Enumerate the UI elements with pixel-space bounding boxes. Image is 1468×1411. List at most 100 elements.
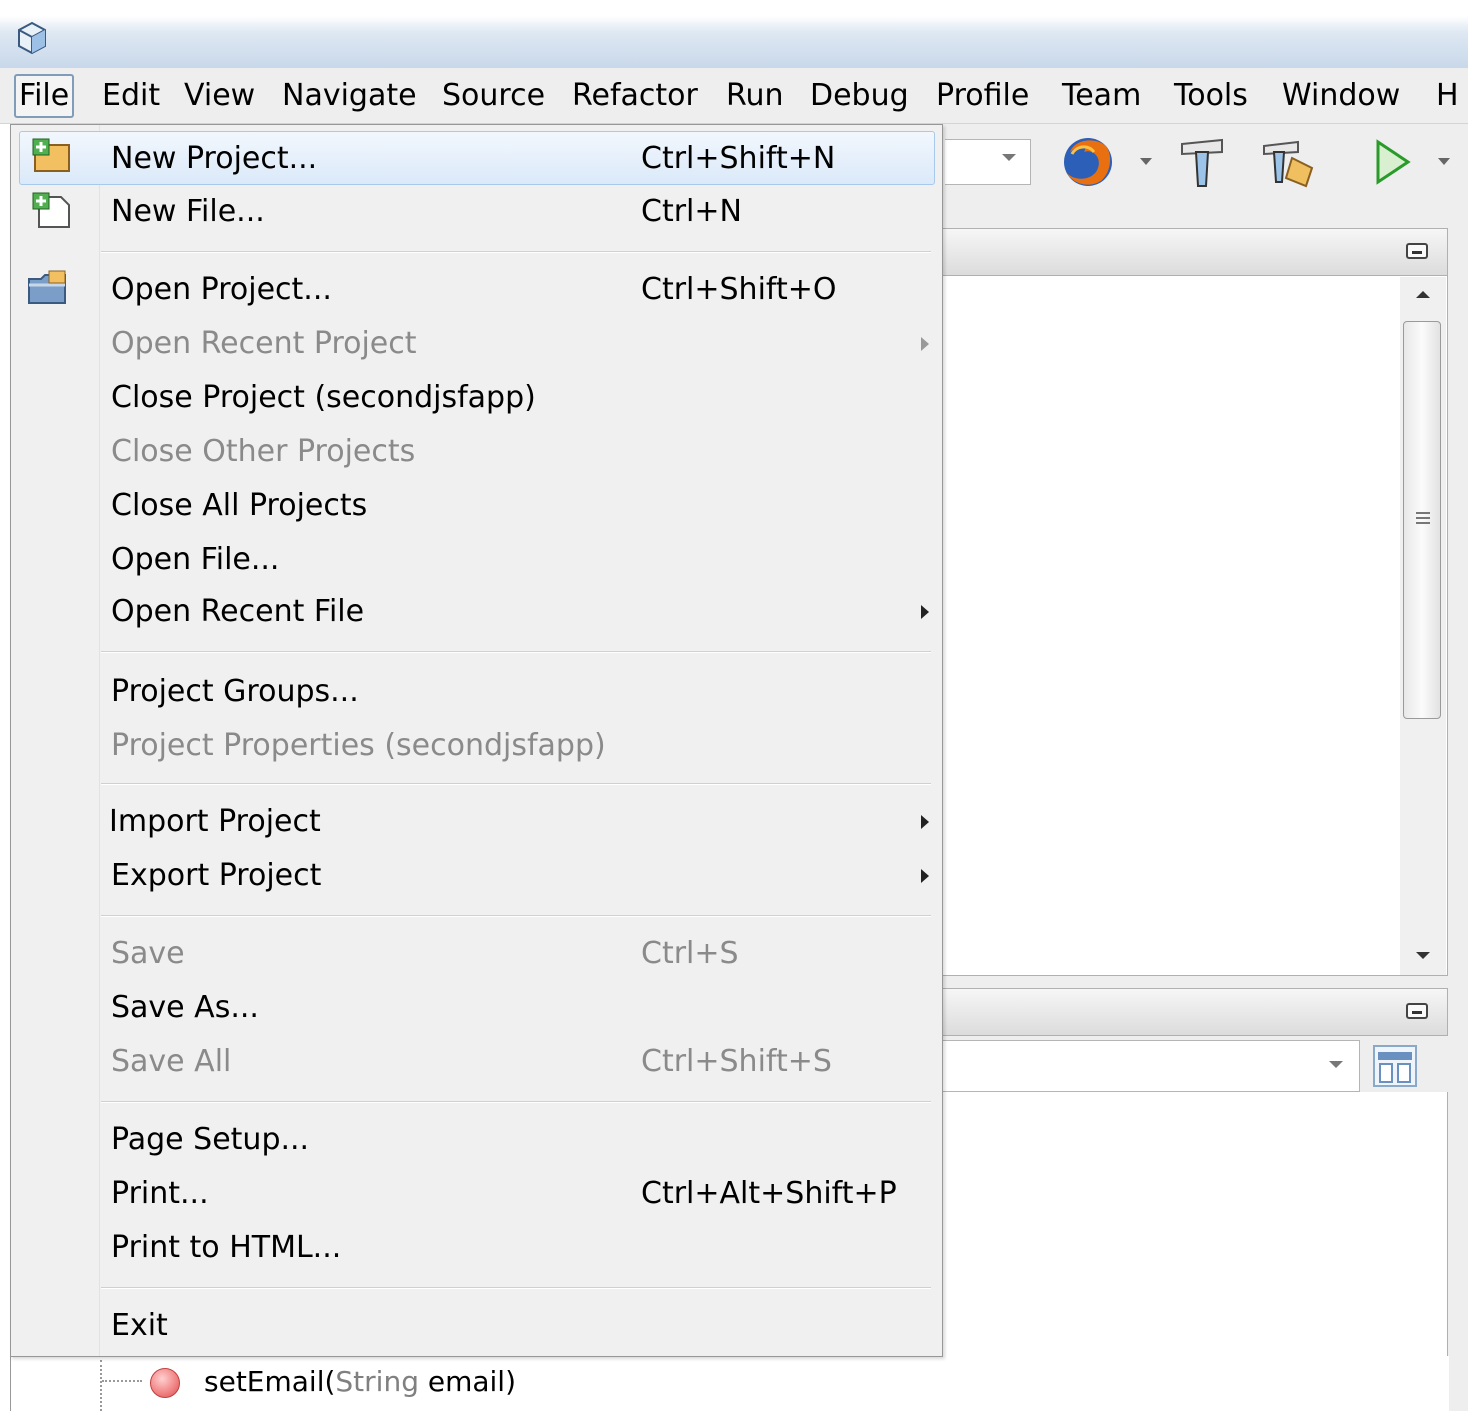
vertical-scrollbar[interactable] [1400,277,1446,975]
menu-item-export-project[interactable]: Export Project [11,849,942,903]
menu-run[interactable]: Run [724,74,786,118]
scroll-down-icon[interactable] [1416,952,1430,959]
new-project-icon [32,138,70,172]
menu-separator [101,915,931,917]
tree-connector [102,1380,142,1382]
menu-separator [101,651,931,653]
submenu-arrow-icon [921,605,929,619]
menu-item-shortcut: Ctrl+Shift+N [641,141,836,176]
scrollbar-thumb[interactable] [1403,321,1441,719]
submenu-arrow-icon [921,869,929,883]
menu-item-label: Close Project (secondjsfapp) [111,380,536,415]
firefox-browser-icon[interactable] [1058,132,1118,192]
navigator-filter-icon[interactable] [1370,1042,1420,1090]
menu-separator [101,1287,931,1289]
menu-item-exit[interactable]: Exit [11,1299,942,1353]
menu-item-project-properties[interactable]: Project Properties (secondjsfapp) [11,719,942,773]
grip-icon [1416,512,1430,527]
minimize-icon[interactable] [1406,1003,1428,1019]
menu-view[interactable]: View [182,74,257,118]
menu-item-label: Print to HTML... [111,1230,342,1265]
menu-navigate[interactable]: Navigate [280,74,419,118]
menu-window[interactable]: Window [1280,74,1402,118]
menu-item-label: Close Other Projects [111,434,416,469]
menu-item-open-project[interactable]: Open Project... Ctrl+Shift+O [11,263,942,317]
menu-item-project-groups[interactable]: Project Groups... [11,665,942,719]
menu-item-close-project[interactable]: Close Project (secondjsfapp) [11,371,942,425]
menu-item-new-project[interactable]: New Project... Ctrl+Shift+N [19,131,935,185]
submenu-arrow-icon [921,337,929,351]
menu-item-open-recent-file[interactable]: Open Recent File [11,585,942,639]
clean-build-icon[interactable] [1258,132,1318,192]
menu-item-open-file[interactable]: Open File... [11,533,942,587]
menu-item-save-as[interactable]: Save As... [11,981,942,1035]
menu-help[interactable]: H [1434,74,1461,118]
menu-file[interactable]: File [14,74,75,118]
menu-item-label: Open File... [111,542,280,577]
menu-item-label: New Project... [111,141,318,176]
menu-item-shortcut: Ctrl+Shift+O [641,272,837,307]
minimize-icon[interactable] [1406,243,1428,259]
menu-item-page-setup[interactable]: Page Setup... [11,1113,942,1167]
submenu-arrow-icon [921,815,929,829]
menu-item-import-project[interactable]: Import Project [11,795,942,849]
menu-profile[interactable]: Profile [934,74,1031,118]
file-menu: New Project... Ctrl+Shift+N New File... … [10,124,943,1357]
menu-item-shortcut: Ctrl+Shift+S [641,1044,832,1079]
menu-tools[interactable]: Tools [1172,74,1250,118]
tree-connector [100,1360,102,1411]
run-play-icon[interactable] [1362,132,1422,192]
navigator-combo[interactable] [940,1040,1360,1092]
menu-item-save[interactable]: Save Ctrl+S [11,927,942,981]
menu-item-label: Project Properties (secondjsfapp) [111,728,606,763]
menu-refactor[interactable]: Refactor [570,74,700,118]
build-hammer-icon[interactable] [1172,132,1232,192]
param-name: email) [418,1365,517,1398]
method-icon [150,1368,180,1398]
menu-source[interactable]: Source [440,74,547,118]
menu-item-shortcut: Ctrl+N [641,194,742,229]
method-name: setEmail( [204,1365,336,1398]
chevron-down-icon [1329,1061,1343,1068]
menu-separator [101,251,931,253]
menu-item-shortcut: Ctrl+S [641,936,739,971]
menu-item-label: Exit [111,1308,168,1343]
menu-item-label: Save All [111,1044,232,1079]
menu-debug[interactable]: Debug [808,74,911,118]
netbeans-cube-icon [18,21,46,55]
menu-separator [101,1101,931,1103]
menu-item-open-recent-project[interactable]: Open Recent Project [11,317,942,371]
menu-item-print-to-html[interactable]: Print to HTML... [11,1221,942,1275]
param-type: String [335,1365,419,1398]
menu-item-label: New File... [111,194,265,229]
menu-item-label: Open Project... [111,272,332,307]
menu-item-label: Open Recent Project [111,326,417,361]
run-dropdown-icon[interactable] [1438,158,1450,165]
navigator-panel-header [940,988,1448,1036]
menu-item-label: Print... [111,1176,209,1211]
new-file-icon [32,192,70,228]
menu-item-label: Import Project [109,804,321,839]
projects-panel [940,276,1448,976]
open-project-icon [28,270,66,304]
menu-item-print[interactable]: Print... Ctrl+Alt+Shift+P [11,1167,942,1221]
menu-team[interactable]: Team [1060,74,1143,118]
menu-item-new-file[interactable]: New File... Ctrl+N [11,185,942,239]
menu-item-shortcut: Ctrl+Alt+Shift+P [641,1176,897,1211]
menu-item-label: Export Project [111,858,322,893]
menu-bar: File Edit View Navigate Source Refactor … [0,68,1468,124]
menu-edit[interactable]: Edit [100,74,162,118]
menu-item-label: Project Groups... [111,674,359,709]
menu-item-close-all-projects[interactable]: Close All Projects [11,479,942,533]
projects-panel-header [940,228,1448,276]
browser-dropdown-icon[interactable] [1140,158,1152,165]
title-bar [0,0,1468,68]
menu-item-label: Save As... [111,990,259,1025]
menu-item-label: Save [111,936,185,971]
menu-item-save-all[interactable]: Save All Ctrl+Shift+S [11,1035,942,1089]
chevron-down-icon [1002,154,1016,161]
scroll-up-icon[interactable] [1416,291,1430,298]
configuration-combo[interactable] [945,139,1031,185]
tree-item-method[interactable]: setEmail(String email) [204,1362,516,1402]
menu-item-close-other-projects[interactable]: Close Other Projects [11,425,942,479]
